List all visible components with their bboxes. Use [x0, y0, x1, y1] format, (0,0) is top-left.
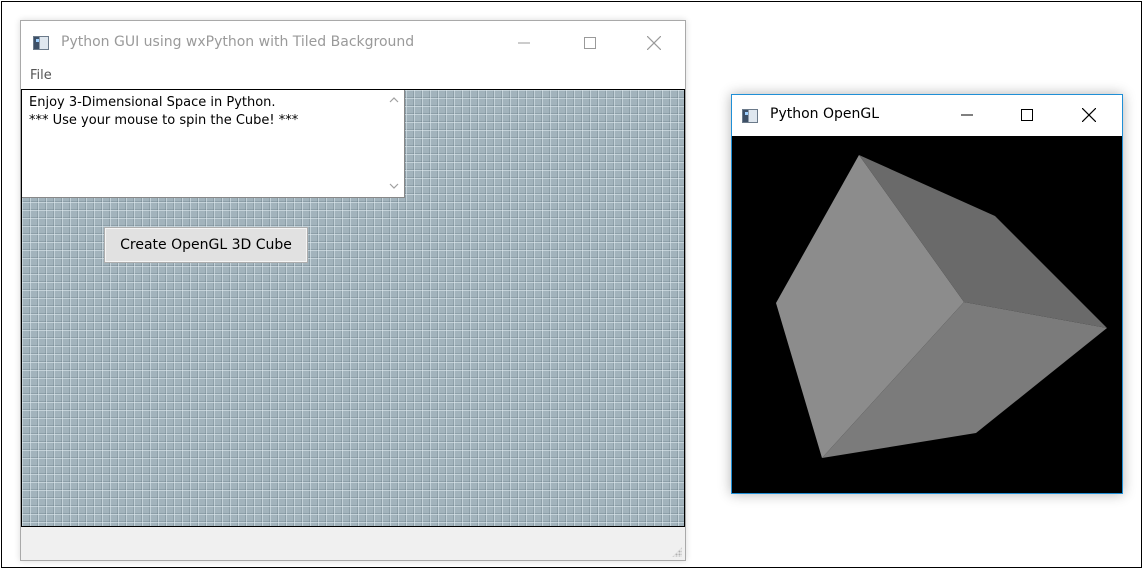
main-window: Python GUI using wxPython with Tiled Bac… [20, 20, 686, 561]
textarea-line-1: Enjoy 3-Dimensional Space in Python. [29, 95, 276, 110]
maximize-button[interactable] [567, 28, 613, 58]
app-icon [742, 109, 758, 123]
main-window-titlebar[interactable]: Python GUI using wxPython with Tiled Bac… [21, 21, 685, 65]
minimize-button[interactable] [501, 28, 547, 58]
scroll-down-icon[interactable] [388, 181, 400, 191]
scroll-up-icon[interactable] [388, 95, 400, 105]
minimize-button[interactable] [944, 100, 990, 130]
tiled-background-panel: Enjoy 3-Dimensional Space in Python. ***… [21, 89, 685, 527]
maximize-icon [584, 37, 596, 49]
app-icon [33, 36, 49, 50]
textarea-line-2: *** Use your mouse to spin the Cube! *** [29, 113, 299, 128]
main-window-title: Python GUI using wxPython with Tiled Bac… [61, 34, 415, 50]
minimize-icon [961, 114, 973, 116]
opengl-canvas[interactable] [732, 136, 1122, 493]
opengl-window-titlebar[interactable]: Python OpenGL [732, 95, 1122, 136]
close-button[interactable] [631, 28, 677, 58]
maximize-button[interactable] [1004, 100, 1050, 130]
opengl-window: Python OpenGL [731, 94, 1123, 494]
menu-file[interactable]: File [30, 68, 52, 83]
statusbar [21, 527, 685, 560]
create-cube-button[interactable]: Create OpenGL 3D Cube [104, 227, 308, 263]
textarea-content: Enjoy 3-Dimensional Space in Python. ***… [29, 94, 298, 130]
cube-render [776, 155, 1107, 458]
close-icon [1082, 108, 1096, 122]
resize-grip-icon[interactable] [672, 547, 682, 557]
close-button[interactable] [1066, 100, 1112, 130]
minimize-icon [518, 42, 530, 44]
close-icon [647, 36, 661, 50]
maximize-icon [1021, 109, 1033, 121]
opengl-window-title: Python OpenGL [770, 106, 880, 122]
info-textarea[interactable]: Enjoy 3-Dimensional Space in Python. ***… [22, 90, 405, 198]
menubar: File [21, 65, 685, 89]
